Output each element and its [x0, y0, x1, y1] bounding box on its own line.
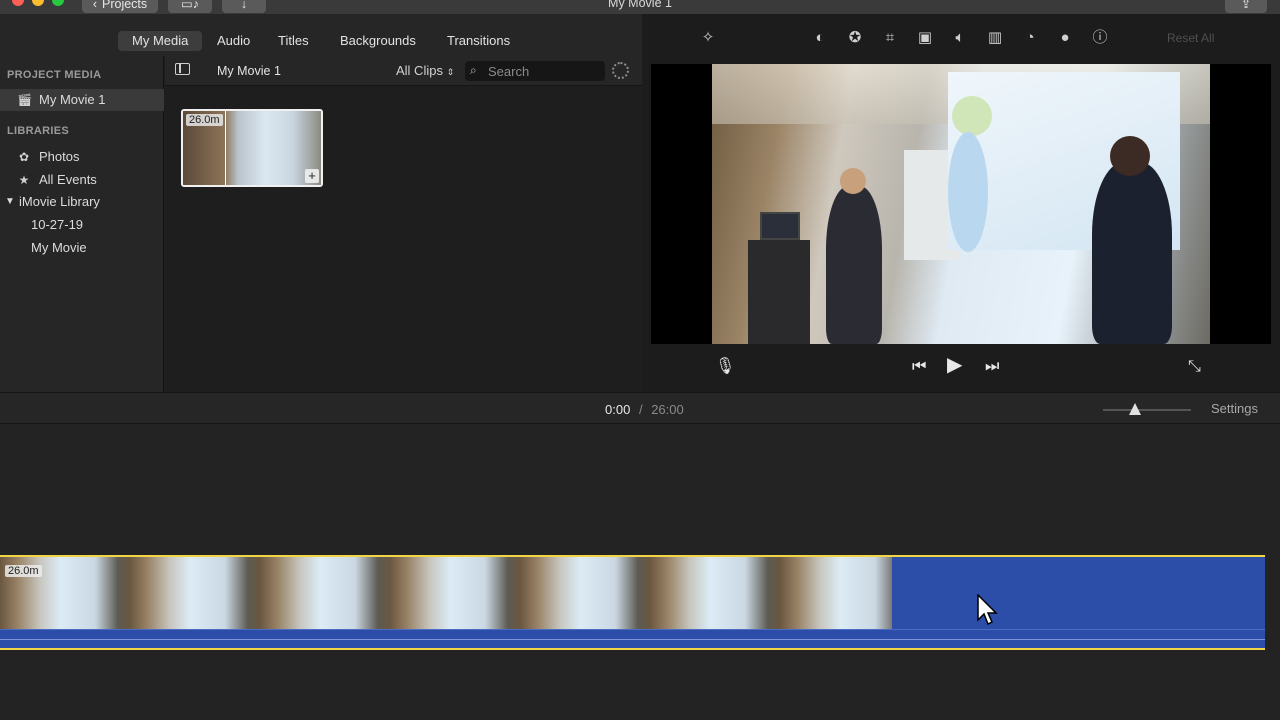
- timeline[interactable]: 26.0m: [0, 424, 1280, 720]
- share-button[interactable]: ⇪: [1225, 0, 1267, 13]
- tab-audio[interactable]: Audio: [203, 31, 264, 51]
- sidebar-item-my-movie[interactable]: My Movie: [0, 237, 164, 259]
- timeline-clip[interactable]: 26.0m: [0, 555, 1265, 650]
- sidebar-item-event-10-27-19[interactable]: 10-27-19: [0, 214, 164, 236]
- sidebar-item-label: 10-27-19: [31, 217, 84, 232]
- zoom-slider-knob[interactable]: [1129, 403, 1141, 415]
- search-field[interactable]: ⌕ Search: [465, 61, 605, 81]
- timeline-settings-button[interactable]: Settings: [1211, 401, 1258, 416]
- magic-wand-icon[interactable]: ✧: [699, 29, 717, 47]
- audio-waveform[interactable]: [0, 629, 1265, 648]
- clip-filter-icon[interactable]: ●: [1056, 29, 1074, 47]
- sidebar-item-all-events[interactable]: ★ All Events: [0, 169, 164, 191]
- search-placeholder: Search: [488, 64, 530, 79]
- sidebar-item-my-movie-1[interactable]: 🎬︎ My Movie 1: [0, 89, 164, 111]
- timeline-header: 0:00 / 26:00 Settings: [0, 392, 1280, 424]
- title-bar: ‹ Projects ▭♪ ↓ My Movie 1 ⇪: [0, 0, 1280, 14]
- time-separator: /: [638, 402, 643, 417]
- sidebar-item-label: All Events: [39, 172, 97, 187]
- media-browser-header: My Movie 1 All Clips ⇕ ⌕ Search: [165, 56, 642, 86]
- viewer-panel: ✧ ◐ ✪ ⌗ ▣ 🔈︎ ▥ ◔ ● ⓘ Reset All 🎙︎ ⏮︎ ▶ ⏭…: [643, 14, 1280, 392]
- sidebar-item-imovie-library[interactable]: ▼ iMovie Library: [0, 191, 164, 213]
- sidebar-item-label: Photos: [39, 149, 80, 164]
- share-icon: ⇪: [1240, 0, 1252, 11]
- media-browser-title: My Movie 1: [217, 64, 281, 78]
- stabilization-icon[interactable]: ▣: [916, 29, 934, 47]
- noise-reduction-icon[interactable]: ▥: [986, 29, 1004, 47]
- audio-level-line[interactable]: [0, 639, 1265, 640]
- zoom-slider[interactable]: [1103, 403, 1191, 415]
- video-preview[interactable]: [651, 64, 1271, 344]
- clip-filmstrip: [0, 557, 892, 629]
- speed-icon[interactable]: ◔: [1021, 29, 1039, 47]
- sidebar-item-label: iMovie Library: [19, 194, 100, 209]
- video-frame: [712, 64, 1210, 344]
- volume-icon[interactable]: 🔈︎: [951, 29, 969, 47]
- skip-forward-icon[interactable]: ⏭︎: [985, 358, 999, 376]
- star-box-icon: ★: [18, 173, 30, 187]
- color-correction-icon[interactable]: ✪: [846, 29, 864, 47]
- search-icon: ⌕: [470, 63, 477, 77]
- crop-icon[interactable]: ⌗: [881, 29, 899, 47]
- mouse-pointer-icon: [977, 594, 998, 626]
- skip-back-icon[interactable]: ⏮︎: [912, 358, 926, 376]
- libraries-heading: LIBRARIES: [7, 125, 69, 137]
- project-media-heading: PROJECT MEDIA: [7, 69, 102, 81]
- photos-flower-icon: ✿: [18, 150, 30, 164]
- play-icon[interactable]: ▶: [947, 355, 962, 375]
- tab-backgrounds[interactable]: Backgrounds: [326, 31, 430, 51]
- gear-icon[interactable]: [612, 62, 629, 79]
- tab-titles[interactable]: Titles: [264, 31, 323, 51]
- voiceover-microphone-icon[interactable]: 🎙︎: [715, 358, 735, 376]
- media-clip-thumbnail[interactable]: 26.0m +: [181, 109, 323, 187]
- skimmer-line: [225, 111, 226, 185]
- sidebar-item-photos[interactable]: ✿ Photos: [0, 146, 164, 168]
- fullscreen-icon[interactable]: ⤡: [1188, 358, 1201, 376]
- color-balance-icon[interactable]: ◐: [811, 29, 829, 47]
- info-icon[interactable]: ⓘ: [1091, 29, 1109, 47]
- total-time: 26:00: [651, 402, 684, 417]
- libraries-sidebar: PROJECT MEDIA 🎬︎ My Movie 1 LIBRARIES ✿ …: [0, 56, 164, 392]
- sidebar-item-label: My Movie: [31, 240, 87, 255]
- clip-duration-badge: 26.0m: [5, 565, 42, 577]
- sidebar-item-label: My Movie 1: [39, 92, 106, 107]
- all-clips-label: All Clips: [396, 63, 443, 78]
- playhead-timecode: 0:00 / 26:00: [605, 402, 684, 417]
- add-to-movie-plus-icon[interactable]: +: [305, 169, 319, 183]
- browser-tabs-bar: My Media Audio Titles Backgrounds Transi…: [0, 14, 642, 56]
- chevron-updown-icon: ⇕: [446, 67, 455, 77]
- sidebar-toggle-icon[interactable]: [175, 63, 190, 75]
- window-title: My Movie 1: [608, 0, 672, 10]
- clip-duration-badge: 26.0m: [186, 114, 223, 126]
- media-browser: My Movie 1 All Clips ⇕ ⌕ Search 26.0m +: [165, 56, 642, 392]
- tab-my-media[interactable]: My Media: [118, 31, 203, 51]
- reset-all-button[interactable]: Reset All: [1167, 31, 1214, 45]
- clapperboard-icon: 🎬︎: [17, 93, 33, 107]
- current-time: 0:00: [605, 402, 631, 417]
- tab-transitions[interactable]: Transitions: [433, 31, 524, 51]
- disclosure-triangle-icon[interactable]: ▼: [5, 191, 15, 213]
- all-clips-filter[interactable]: All Clips ⇕: [396, 63, 454, 78]
